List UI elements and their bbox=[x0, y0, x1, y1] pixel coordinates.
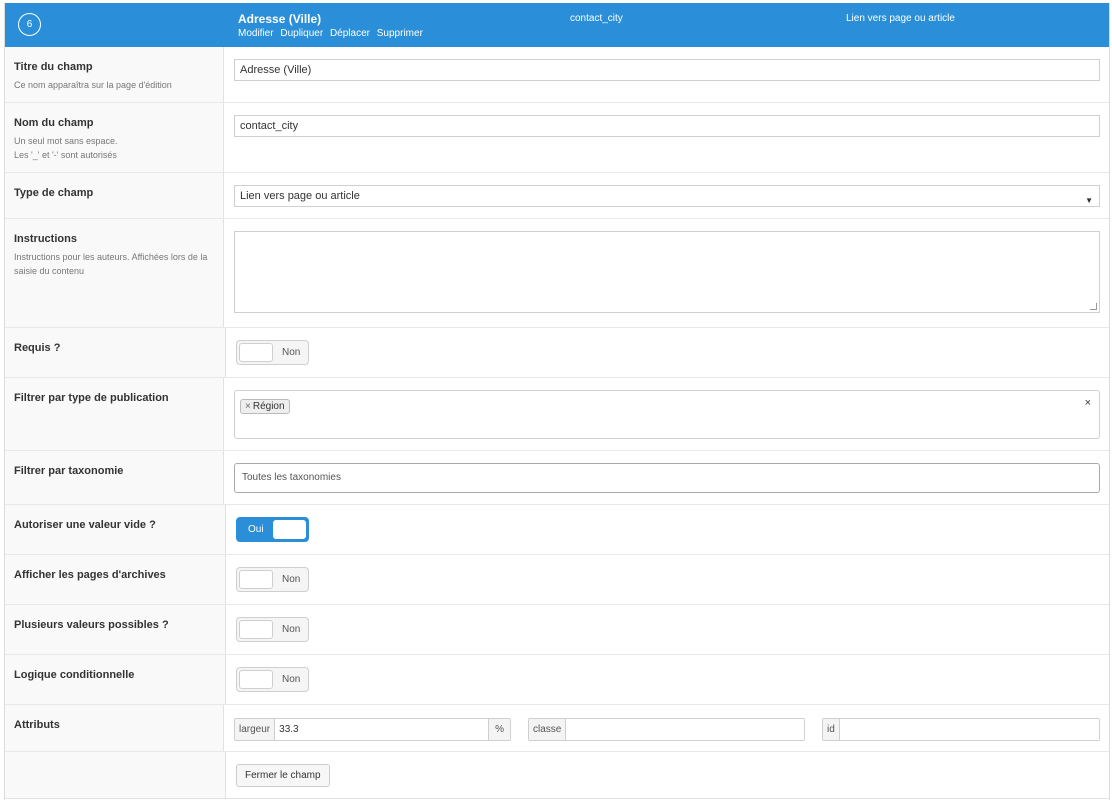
row-multiple: Plusieurs valeurs possibles ? Non bbox=[5, 605, 1109, 655]
width-unit: % bbox=[488, 718, 510, 740]
close-field-button[interactable]: Fermer le champ bbox=[236, 764, 330, 787]
width-input-group: largeur 33.3 % bbox=[234, 717, 511, 741]
row-instructions: Instructions Instructions pour les auteu… bbox=[5, 219, 1109, 328]
row-archives: Afficher les pages d'archives Non bbox=[5, 555, 1109, 605]
row-allow-null-label: Autoriser une valeur vide ? bbox=[14, 519, 156, 531]
row-archives-label: Afficher les pages d'archives bbox=[14, 569, 166, 581]
resize-handle-icon[interactable] bbox=[1090, 303, 1097, 310]
allow-null-toggle[interactable]: Oui bbox=[236, 517, 309, 542]
field-editor: 6 Adresse (Ville) Modifier Dupliquer Dép… bbox=[4, 3, 1110, 800]
row-footer: Fermer le champ bbox=[5, 752, 1109, 799]
caret-down-icon: ▼ bbox=[1085, 196, 1093, 205]
row-title-desc: Ce nom apparaîtra sur la page d'édition bbox=[14, 80, 172, 90]
field-header[interactable]: 6 Adresse (Ville) Modifier Dupliquer Dép… bbox=[5, 3, 1109, 47]
row-type-label: Type de champ bbox=[14, 187, 94, 199]
field-type: Lien vers page ou article bbox=[846, 13, 955, 24]
row-instructions-desc: Instructions pour les auteurs. Affichées… bbox=[14, 252, 208, 276]
id-prefix: id bbox=[823, 718, 840, 740]
post-type-multiselect[interactable]: × Région × bbox=[234, 390, 1100, 439]
id-input[interactable] bbox=[839, 718, 1099, 740]
row-name: Nom du champ Un seul mot sans espace. Le… bbox=[5, 103, 1109, 173]
toggle-label: Non bbox=[282, 347, 301, 358]
row-conditional-label: Logique conditionnelle bbox=[14, 669, 135, 681]
delete-link[interactable]: Supprimer bbox=[377, 28, 423, 39]
toggle-label: Non bbox=[282, 624, 301, 635]
field-order-badge[interactable]: 6 bbox=[18, 13, 41, 36]
toggle-knob bbox=[239, 620, 273, 639]
conditional-toggle[interactable]: Non bbox=[236, 667, 309, 692]
row-title: Titre du champ Ce nom apparaîtra sur la … bbox=[5, 47, 1109, 103]
taxonomy-select[interactable]: Toutes les taxonomies bbox=[234, 463, 1100, 493]
field-type-value: Lien vers page ou article bbox=[240, 190, 360, 202]
width-prefix: largeur bbox=[235, 718, 276, 740]
width-input[interactable]: 33.3 bbox=[275, 718, 489, 740]
field-name: contact_city bbox=[570, 13, 623, 24]
id-input-group: id bbox=[822, 717, 1100, 741]
toggle-label: Oui bbox=[248, 524, 264, 535]
row-name-desc-1: Un seul mot sans espace. bbox=[14, 136, 118, 146]
toggle-label: Non bbox=[282, 674, 301, 685]
row-post-type: Filtrer par type de publication × Région … bbox=[5, 378, 1109, 451]
row-post-type-label: Filtrer par type de publication bbox=[14, 392, 169, 404]
field-name-input[interactable]: contact_city bbox=[234, 115, 1100, 137]
row-type: Type de champ Lien vers page ou article … bbox=[5, 173, 1109, 219]
chip-label: Région bbox=[252, 401, 285, 412]
field-label[interactable]: Adresse (Ville) bbox=[238, 12, 321, 26]
required-toggle[interactable]: Non bbox=[236, 340, 309, 365]
row-conditional: Logique conditionnelle Non bbox=[5, 655, 1109, 705]
edit-link[interactable]: Modifier bbox=[238, 28, 274, 39]
archives-toggle[interactable]: Non bbox=[236, 567, 309, 592]
row-attributes: Attributs largeur 33.3 % classe id bbox=[5, 705, 1109, 752]
toggle-knob bbox=[272, 520, 306, 539]
row-taxonomy-label: Filtrer par taxonomie bbox=[14, 465, 124, 477]
clear-icon[interactable]: × bbox=[1085, 397, 1091, 409]
chip-remove-icon[interactable]: × bbox=[245, 401, 251, 412]
toggle-knob bbox=[239, 343, 273, 362]
row-required-label: Requis ? bbox=[14, 342, 61, 354]
field-actions: Modifier Dupliquer Déplacer Supprimer bbox=[238, 28, 427, 39]
post-type-chip: × Région bbox=[240, 399, 290, 414]
duplicate-link[interactable]: Dupliquer bbox=[280, 28, 323, 39]
field-type-select[interactable]: Lien vers page ou article ▼ bbox=[234, 185, 1100, 207]
row-name-label: Nom du champ bbox=[14, 117, 94, 129]
class-input[interactable] bbox=[566, 718, 804, 740]
row-allow-null: Autoriser une valeur vide ? Oui bbox=[5, 505, 1109, 555]
row-required: Requis ? Non bbox=[5, 328, 1109, 378]
row-attributes-label: Attributs bbox=[14, 719, 60, 731]
row-title-label: Titre du champ bbox=[14, 61, 93, 73]
class-prefix: classe bbox=[529, 718, 567, 740]
row-name-desc-2: Les '_' et '-' sont autorisés bbox=[14, 150, 117, 160]
toggle-label: Non bbox=[282, 574, 301, 585]
class-input-group: classe bbox=[528, 717, 805, 741]
field-title-input[interactable]: Adresse (Ville) bbox=[234, 59, 1100, 81]
row-taxonomy: Filtrer par taxonomie Toutes les taxonom… bbox=[5, 451, 1109, 505]
row-multiple-label: Plusieurs valeurs possibles ? bbox=[14, 619, 169, 631]
row-instructions-label: Instructions bbox=[14, 233, 77, 245]
toggle-knob bbox=[239, 570, 273, 589]
instructions-textarea[interactable] bbox=[234, 231, 1100, 313]
toggle-knob bbox=[239, 670, 273, 689]
move-link[interactable]: Déplacer bbox=[330, 28, 370, 39]
multiple-toggle[interactable]: Non bbox=[236, 617, 309, 642]
